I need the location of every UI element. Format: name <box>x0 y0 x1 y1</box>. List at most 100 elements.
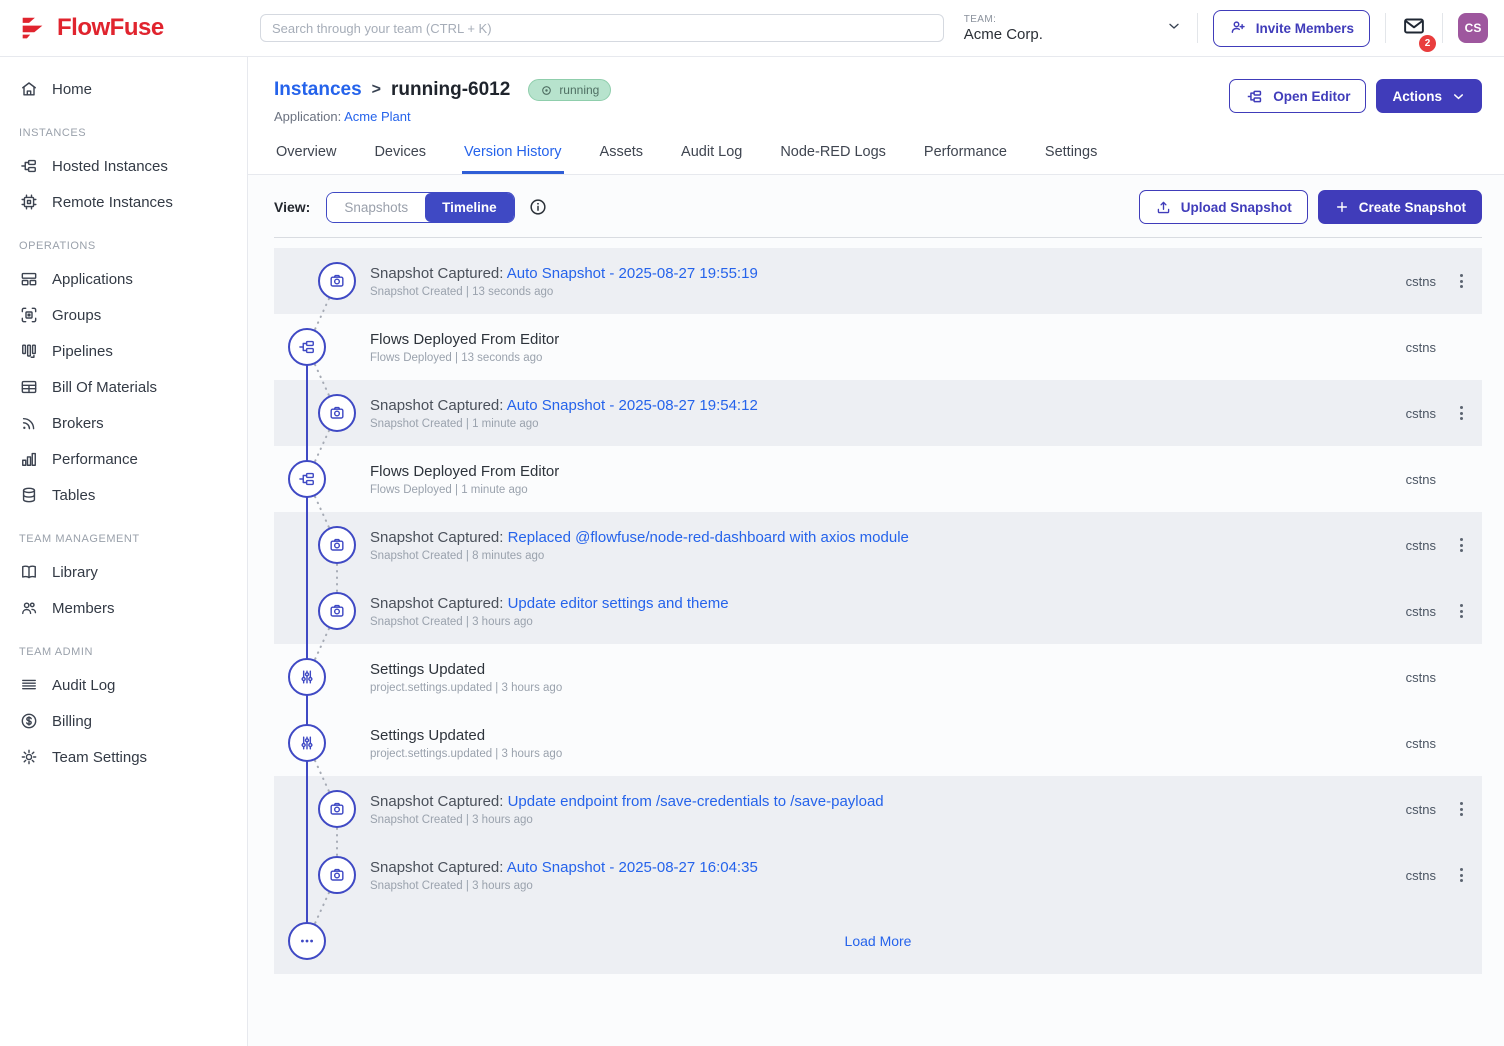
dots-icon[interactable] <box>288 922 326 960</box>
timeline-row-event: Settings Updatedproject.settings.updated… <box>274 644 1482 710</box>
load-more-link[interactable]: Load More <box>845 933 912 949</box>
timeline-row-event: Flows Deployed From Editor Flows Deployed… <box>274 314 1482 380</box>
timeline-row-subtitle: Snapshot Created | 3 hours ago <box>370 616 729 628</box>
view-label: View: <box>274 199 310 215</box>
timeline-row-user: cstns <box>1406 406 1436 421</box>
sidebar-item-remote-instances[interactable]: Remote Instances <box>0 184 247 220</box>
tab-settings[interactable]: Settings <box>1043 144 1099 174</box>
timeline-row-subtitle: Snapshot Created | 13 seconds ago <box>370 286 758 298</box>
notification-badge: 2 <box>1419 35 1436 52</box>
tab-overview[interactable]: Overview <box>274 144 338 174</box>
open-editor-button[interactable]: Open Editor <box>1229 79 1366 113</box>
sidebar-item-hosted-instances[interactable]: Hosted Instances <box>0 148 247 184</box>
status-dot-icon <box>540 84 553 97</box>
breadcrumb: Instances > running-6012 running <box>274 79 611 101</box>
timeline-row-subtitle: Flows Deployed | 13 seconds ago <box>370 352 559 364</box>
node-icon <box>19 156 39 176</box>
create-snapshot-button[interactable]: Create Snapshot <box>1318 190 1482 224</box>
camera-icon <box>318 592 356 630</box>
flowfuse-logo[interactable]: FlowFuse <box>0 13 248 43</box>
status-badge: running <box>528 79 611 101</box>
timeline-row-text: Snapshot Captured: Update editor setting… <box>370 595 729 628</box>
kebab-menu-icon[interactable] <box>1453 269 1469 293</box>
application-link[interactable]: Acme Plant <box>344 109 410 124</box>
sliders-icon <box>288 724 326 762</box>
sidebar-section-header: OPERATIONS <box>0 220 247 261</box>
timeline-row-event: Flows Deployed From EditorFlows Deployed… <box>274 446 1482 512</box>
db-icon <box>19 485 39 505</box>
sidebar-item-team-settings[interactable]: Team Settings <box>0 739 247 775</box>
bom-icon <box>19 377 39 397</box>
invite-members-button[interactable]: Invite Members <box>1213 10 1370 47</box>
breadcrumb-instances-link[interactable]: Instances <box>274 79 362 101</box>
snapshot-link[interactable]: Replaced @flowfuse/node-red-dashboard wi… <box>508 529 909 546</box>
sidebar-item-members[interactable]: Members <box>0 590 247 626</box>
sidebar-item-performance[interactable]: Performance <box>0 441 247 477</box>
timeline-row-title: Snapshot Captured: Replaced @flowfuse/no… <box>370 529 909 546</box>
snapshot-link[interactable]: Auto Snapshot - 2025-08-27 19:54:12 <box>507 397 758 414</box>
sidebar-item-tables[interactable]: Tables <box>0 477 247 513</box>
kebab-menu-icon[interactable] <box>1453 797 1469 821</box>
tab-devices[interactable]: Devices <box>372 144 428 174</box>
home-icon <box>19 79 39 99</box>
sidebar-item-home[interactable]: Home <box>0 71 247 107</box>
view-toggle-timeline[interactable]: Timeline <box>425 193 514 222</box>
snapshot-link[interactable]: Auto Snapshot - 2025-08-27 16:04:35 <box>507 859 758 876</box>
kebab-menu-icon[interactable] <box>1453 863 1469 887</box>
sidebar-item-bill-of-materials[interactable]: Bill Of Materials <box>0 369 247 405</box>
node-editor-icon <box>1245 87 1264 106</box>
sidebar-item-brokers[interactable]: Brokers <box>0 405 247 441</box>
team-selector[interactable]: TEAM: Acme Corp. <box>964 14 1182 43</box>
sidebar-item-pipelines[interactable]: Pipelines <box>0 333 247 369</box>
snapshot-title-prefix: Snapshot Captured: <box>370 859 507 876</box>
timeline-row-title: Flows Deployed From Editor <box>370 331 559 348</box>
timeline-row-user: cstns <box>1406 538 1436 553</box>
kebab-menu-icon[interactable] <box>1453 533 1469 557</box>
timeline-row-title: Snapshot Captured: Auto Snapshot - 2025-… <box>370 397 758 414</box>
sidebar-item-audit-log[interactable]: Audit Log <box>0 667 247 703</box>
timeline-row-text: Settings Updatedproject.settings.updated… <box>370 727 562 760</box>
tab-version-history[interactable]: Version History <box>462 144 564 174</box>
sidebar-item-label: Hosted Instances <box>52 158 168 175</box>
sidebar-item-applications[interactable]: Applications <box>0 261 247 297</box>
view-toolbar: View: SnapshotsTimeline Upload Snapshot <box>274 175 1482 238</box>
kebab-menu-icon[interactable] <box>1453 599 1469 623</box>
sidebar-item-label: Pipelines <box>52 343 113 360</box>
actions-button[interactable]: Actions <box>1376 79 1482 113</box>
snapshot-link[interactable]: Update endpoint from /save-credentials t… <box>508 793 884 810</box>
timeline-row-subtitle: project.settings.updated | 3 hours ago <box>370 682 562 694</box>
timeline-row-text: Flows Deployed From Editor Flows Deployed… <box>370 331 559 364</box>
notifications-button[interactable]: 2 <box>1401 13 1427 44</box>
flowfuse-logo-icon <box>18 13 48 43</box>
camera-icon <box>318 856 356 894</box>
tab-audit-log[interactable]: Audit Log <box>679 144 744 174</box>
sidebar-item-label: Brokers <box>52 415 104 432</box>
timeline-row-text: Snapshot Captured: Auto Snapshot - 2025-… <box>370 265 758 298</box>
chart-icon <box>19 449 39 469</box>
snapshot-link[interactable]: Update editor settings and theme <box>508 595 729 612</box>
search-input[interactable] <box>260 14 944 42</box>
tab-performance[interactable]: Performance <box>922 144 1009 174</box>
timeline-row-user: cstns <box>1406 472 1436 487</box>
header-divider <box>1197 13 1198 43</box>
sidebar-item-groups[interactable]: Groups <box>0 297 247 333</box>
timeline-row-user: cstns <box>1406 604 1436 619</box>
timeline-row-text: Settings Updatedproject.settings.updated… <box>370 661 562 694</box>
sidebar-item-label: Bill Of Materials <box>52 379 157 396</box>
timeline-row-snapshot: Snapshot Captured: Auto Snapshot - 2025-… <box>274 248 1482 314</box>
view-toggle-snapshots[interactable]: Snapshots <box>327 193 425 222</box>
timeline-row-right: cstns <box>1406 335 1482 359</box>
sidebar-item-billing[interactable]: Billing <box>0 703 247 739</box>
snapshot-link[interactable]: Auto Snapshot - 2025-08-27 19:55:19 <box>507 265 758 282</box>
upload-snapshot-button[interactable]: Upload Snapshot <box>1139 190 1308 224</box>
timeline-row-right: cstns <box>1406 599 1482 623</box>
tab-assets[interactable]: Assets <box>598 144 646 174</box>
sidebar-item-library[interactable]: Library <box>0 554 247 590</box>
chip-icon <box>19 192 39 212</box>
tab-node-red-logs[interactable]: Node-RED Logs <box>778 144 888 174</box>
avatar[interactable]: CS <box>1458 13 1488 43</box>
info-icon[interactable] <box>528 197 548 217</box>
kebab-menu-icon[interactable] <box>1453 401 1469 425</box>
sidebar-item-label: Groups <box>52 307 101 324</box>
camera-icon <box>318 526 356 564</box>
